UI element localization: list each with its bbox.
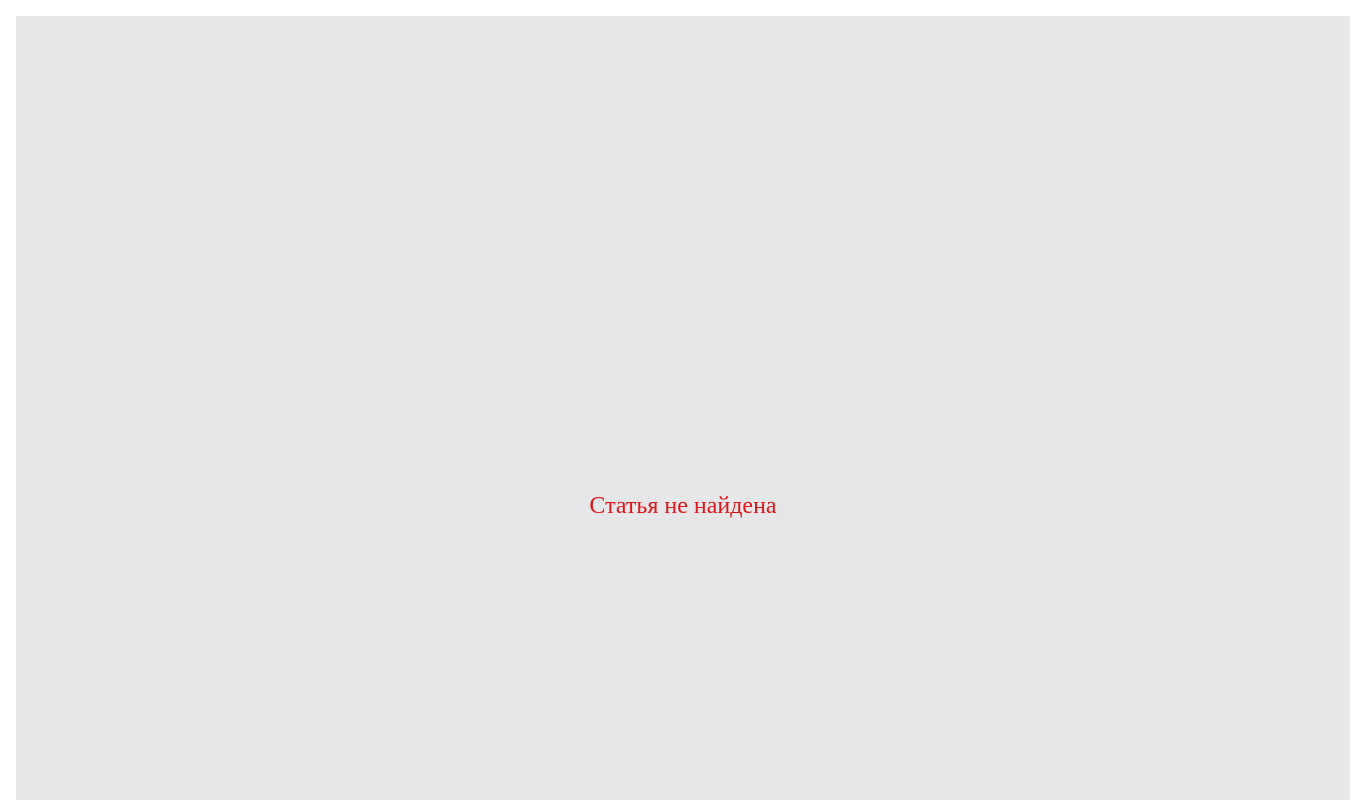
content-panel: Статья не найдена: [16, 16, 1350, 800]
not-found-message: Статья не найдена: [589, 493, 777, 519]
